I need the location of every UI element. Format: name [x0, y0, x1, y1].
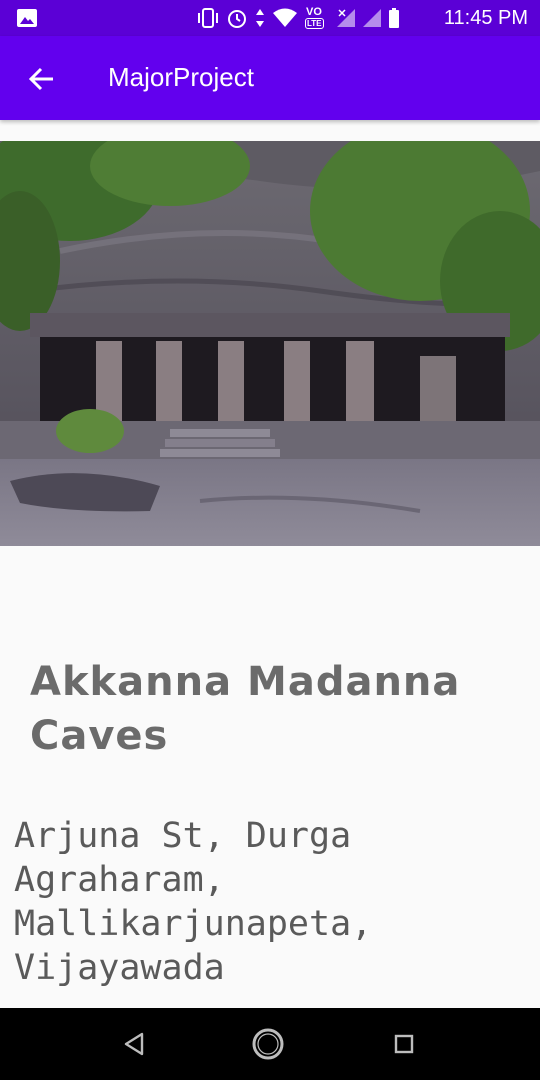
place-title: Akkanna Madanna Caves — [30, 659, 461, 759]
battery-icon — [389, 8, 399, 28]
wifi-icon — [273, 8, 297, 27]
place-image — [0, 141, 540, 546]
status-bar: VO LTE 11:45 PM — [0, 0, 540, 36]
signal-icon — [363, 9, 381, 27]
lte-label: LTE — [305, 18, 324, 29]
data-arrows-icon — [256, 9, 264, 27]
status-icons: VO LTE — [196, 6, 400, 30]
status-time: 11:45 PM — [443, 7, 528, 29]
recents-square-icon[interactable] — [386, 1026, 422, 1062]
home-circle-icon[interactable] — [250, 1026, 286, 1062]
alarm-icon — [228, 10, 246, 28]
back-triangle-icon[interactable] — [116, 1026, 152, 1062]
app-bar: MajorProject — [0, 36, 540, 120]
image-icon — [17, 9, 37, 27]
app-title: MajorProject — [108, 62, 254, 92]
signal-icon — [337, 9, 355, 27]
place-address: Arjuna St, Durga Agraharam, Mallikarjuna… — [14, 816, 373, 988]
volte-icon: VO LTE — [304, 6, 330, 30]
navigation-bar — [0, 1008, 540, 1080]
arrow-back-icon[interactable] — [18, 56, 64, 102]
vibrate-icon — [198, 8, 218, 28]
volte-label: VO — [306, 6, 322, 18]
